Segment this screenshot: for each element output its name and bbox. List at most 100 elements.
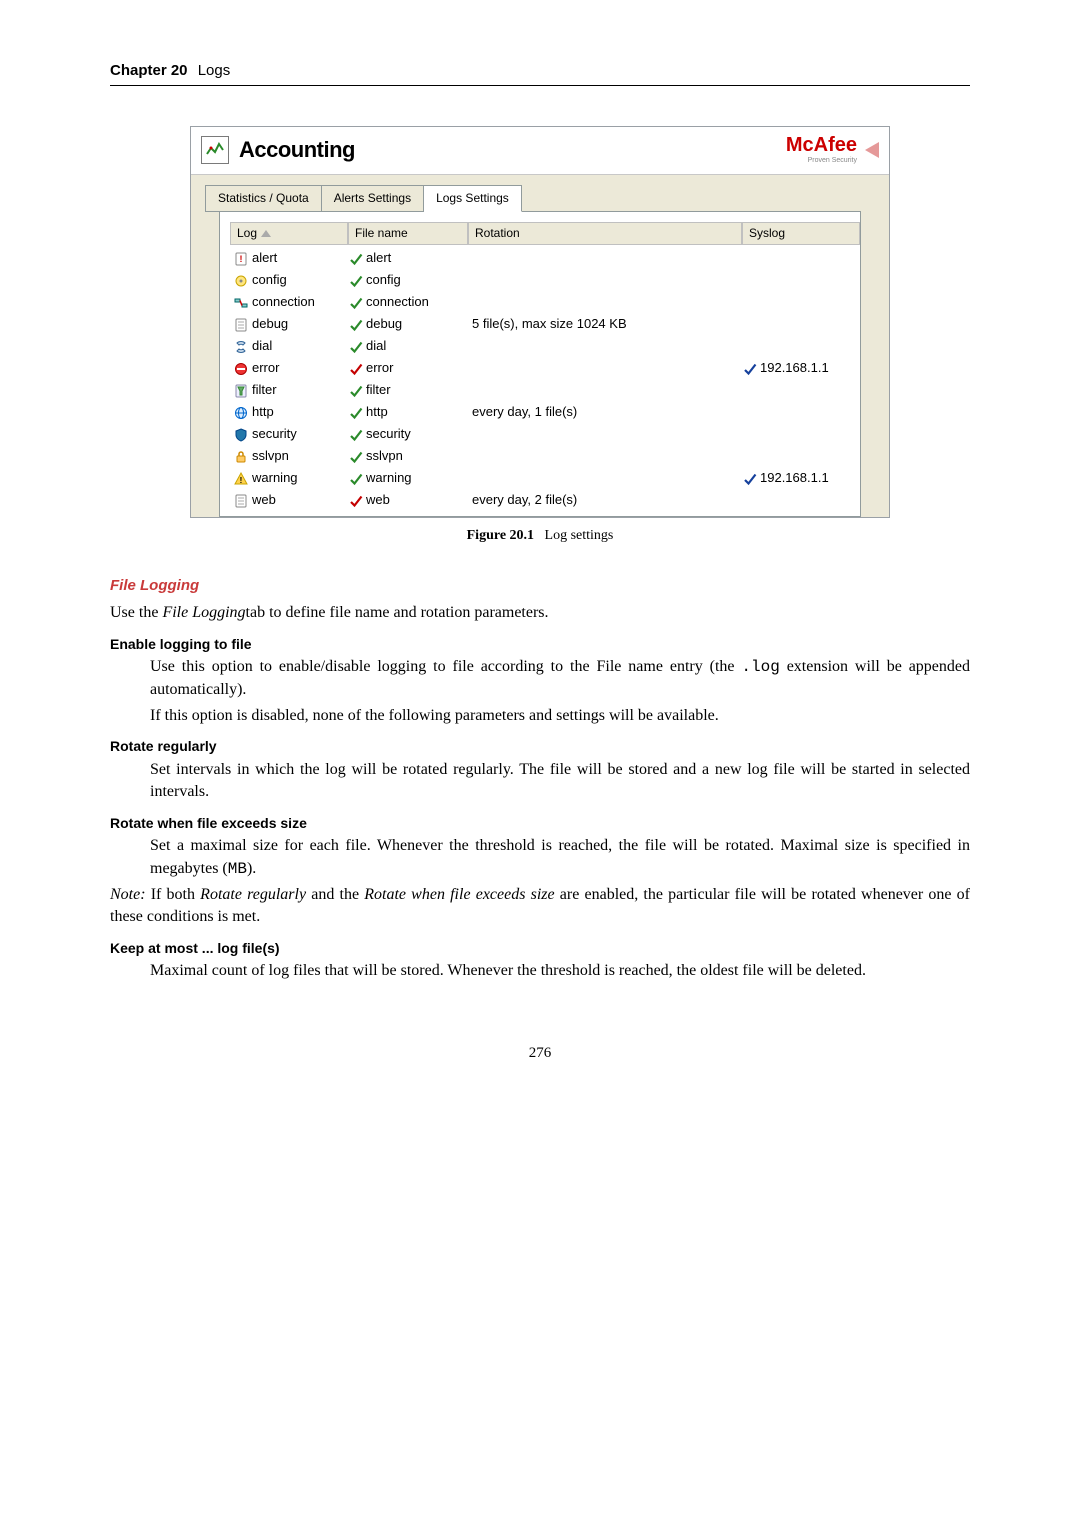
file-name: web — [366, 491, 390, 509]
table-row[interactable]: ! warning warning 192.168.1.1 — [230, 468, 860, 490]
table-row[interactable]: error error 192.168.1.1 — [230, 358, 860, 380]
table-row[interactable]: debug debug 5 file(s), max size 1024 KB — [230, 314, 860, 336]
chapter-title: Logs — [198, 62, 231, 79]
brand-tagline: Proven Security — [786, 156, 857, 166]
syslog-value: 192.168.1.1 — [760, 469, 829, 487]
rotation-value: 5 file(s), max size 1024 KB — [468, 315, 742, 333]
file-name: connection — [366, 293, 429, 311]
file-name: config — [366, 271, 401, 289]
dd-rotate-size: Set a maximal size for each file. Whenev… — [150, 835, 970, 880]
chapter-header: Chapter 20 Logs — [110, 60, 970, 86]
table-row[interactable]: filter filter — [230, 380, 860, 402]
tab-panel-logs-settings: Log File name Rotation Syslog ! alert aler… — [219, 211, 861, 517]
sslvpn-icon — [234, 450, 248, 464]
dd-rotate-regularly: Set intervals in which the log will be r… — [150, 759, 970, 804]
tab-logs-settings[interactable]: Logs Settings — [424, 185, 522, 212]
column-header-log[interactable]: Log — [230, 222, 348, 245]
tab-row: Statistics / QuotaAlerts SettingsLogs Se… — [191, 175, 889, 517]
tab-alerts-settings[interactable]: Alerts Settings — [322, 185, 424, 212]
log-name: alert — [252, 249, 277, 267]
dt-enable-logging: Enable logging to file — [110, 635, 970, 655]
figure-label: Figure 20.1 — [467, 528, 534, 543]
file-name: warning — [366, 469, 412, 487]
rotation-value: every day, 1 file(s) — [468, 403, 742, 421]
web-icon — [234, 494, 248, 508]
alert-icon: ! — [234, 252, 248, 266]
checkmark-icon — [348, 471, 364, 487]
file-name: error — [366, 359, 393, 377]
intro-paragraph: Use the File Loggingtab to define file n… — [110, 602, 970, 624]
column-header-filename[interactable]: File name — [348, 222, 468, 245]
log-name: web — [252, 491, 276, 509]
checkmark-icon — [742, 471, 758, 487]
checkmark-icon — [348, 405, 364, 421]
table-row[interactable]: http http every day, 1 file(s) — [230, 402, 860, 424]
file-name: security — [366, 425, 411, 443]
file-name: alert — [366, 249, 391, 267]
brand-logo: McAfee Proven Security — [786, 135, 879, 166]
log-name: warning — [252, 469, 298, 487]
column-header-syslog[interactable]: Syslog — [742, 222, 860, 245]
app-window: Accounting McAfee Proven Security Statis… — [190, 126, 890, 518]
file-name: filter — [366, 381, 391, 399]
log-name: error — [252, 359, 279, 377]
screenshot-container: Accounting McAfee Proven Security Statis… — [190, 126, 890, 518]
http-icon — [234, 406, 248, 420]
dt-rotate-regularly: Rotate regularly — [110, 737, 970, 757]
table-row[interactable]: connection connection — [230, 292, 860, 314]
checkmark-icon — [348, 273, 364, 289]
file-name: http — [366, 403, 388, 421]
sort-ascending-icon — [261, 230, 271, 237]
log-name: debug — [252, 315, 288, 333]
log-name: config — [252, 271, 287, 289]
app-icon — [201, 136, 229, 164]
checkmark-icon — [348, 295, 364, 311]
checkmark-icon — [742, 361, 758, 377]
log-name: sslvpn — [252, 447, 289, 465]
checkmark-icon — [348, 317, 364, 333]
checkmark-icon — [348, 427, 364, 443]
svg-text:!: ! — [240, 476, 243, 485]
dt-keep-at-most: Keep at most ... log file(s) — [110, 939, 970, 959]
page-number: 276 — [110, 1043, 970, 1064]
window-header: Accounting McAfee Proven Security — [191, 127, 889, 175]
log-name: dial — [252, 337, 272, 355]
chapter-number: Chapter 20 — [110, 62, 188, 79]
log-name: filter — [252, 381, 277, 399]
checkmark-icon — [348, 339, 364, 355]
brand-corner-icon — [865, 142, 879, 158]
file-name: sslvpn — [366, 447, 403, 465]
syslog-value: 192.168.1.1 — [760, 359, 829, 377]
table-row[interactable]: config config — [230, 270, 860, 292]
log-name: connection — [252, 293, 315, 311]
log-name: http — [252, 403, 274, 421]
warning-icon: ! — [234, 472, 248, 486]
checkmark-icon — [348, 361, 364, 377]
rotation-value: every day, 2 file(s) — [468, 491, 742, 509]
table-row[interactable]: web web every day, 2 file(s) — [230, 490, 860, 512]
file-name: dial — [366, 337, 386, 355]
dd-keep-at-most: Maximal count of log files that will be … — [150, 960, 970, 982]
table-row[interactable]: ! alert alert — [230, 248, 860, 270]
checkmark-icon — [348, 493, 364, 509]
figure-caption-text: Log settings — [545, 528, 614, 543]
dial-icon — [234, 340, 248, 354]
column-header-rotation[interactable]: Rotation — [468, 222, 742, 245]
table-row[interactable]: sslvpn sslvpn — [230, 446, 860, 468]
table-row[interactable]: security security — [230, 424, 860, 446]
tab-statistics-quota[interactable]: Statistics / Quota — [205, 185, 322, 212]
error-icon — [234, 362, 248, 376]
table-row[interactable]: dial dial — [230, 336, 860, 358]
figure-caption: Figure 20.1 Log settings — [190, 526, 890, 546]
svg-text:!: ! — [240, 254, 243, 264]
config-icon — [234, 274, 248, 288]
log-name: security — [252, 425, 297, 443]
security-icon — [234, 428, 248, 442]
dd-enable-logging-1: Use this option to enable/disable loggin… — [150, 656, 970, 701]
debug-icon — [234, 318, 248, 332]
checkmark-icon — [348, 449, 364, 465]
file-name: debug — [366, 315, 402, 333]
section-title-file-logging: File Logging — [110, 575, 970, 596]
filter-icon — [234, 384, 248, 398]
checkmark-icon — [348, 251, 364, 267]
